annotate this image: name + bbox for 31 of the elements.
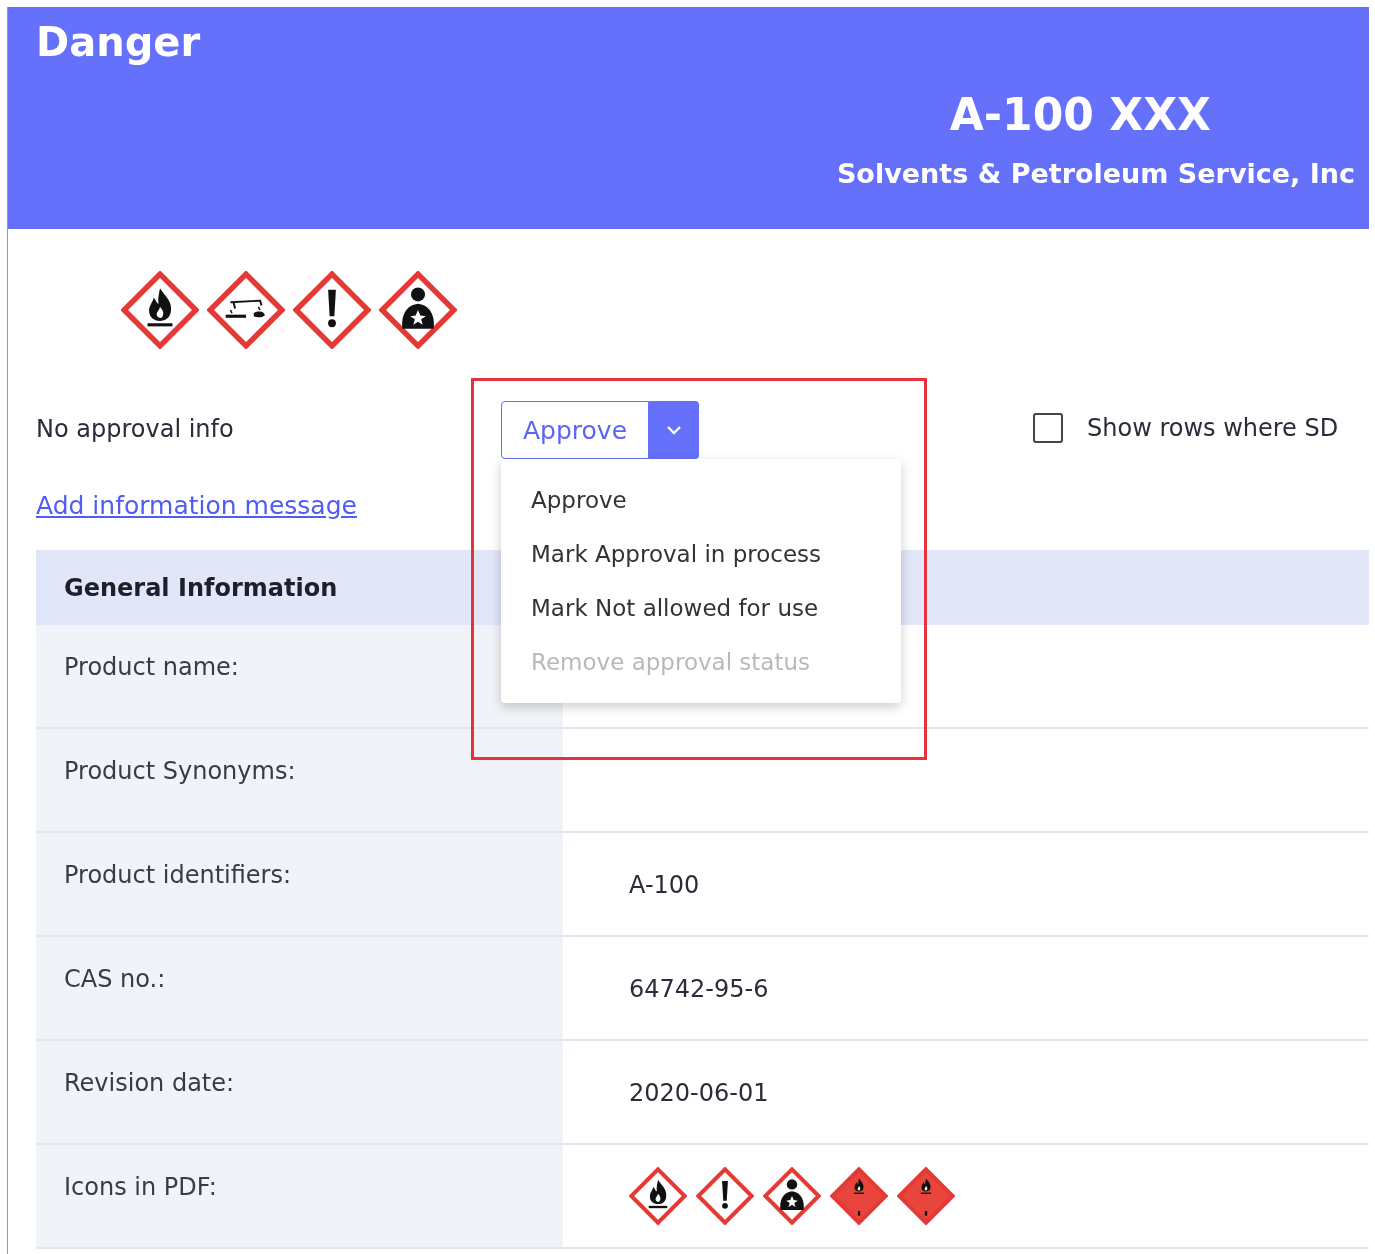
menu-item[interactable]: Mark Approval in process — [501, 527, 901, 581]
field-label: Icons in PDF: — [36, 1145, 563, 1247]
field-label: Revision date: — [36, 1041, 563, 1143]
menu-item[interactable]: Mark Not allowed for use — [501, 581, 901, 635]
flame-placard-icon — [897, 1167, 955, 1225]
flame-hazard-icon — [629, 1167, 687, 1225]
field-label: Product Synonyms: — [36, 729, 563, 831]
add-message-link[interactable]: Add information message — [36, 491, 357, 520]
approval-status: No approval info — [36, 414, 235, 443]
exclamation-hazard-icon — [293, 271, 371, 349]
menu-item[interactable]: Approve — [501, 473, 901, 527]
supplier-name: Solvents & Petroleum Service, Inc — [836, 158, 1355, 189]
field-value: 2020-06-01 — [629, 1079, 769, 1107]
field-value: 64742-95-6 — [629, 975, 769, 1003]
health-hazard-icon — [763, 1167, 821, 1225]
approve-button[interactable]: Approve — [501, 401, 649, 459]
flame-placard-icon — [830, 1167, 888, 1225]
health-hazard-icon — [379, 271, 457, 349]
signal-word: Danger — [36, 19, 201, 65]
product-code: A-100 XXX — [949, 89, 1211, 140]
corrosion-hazard-icon — [207, 271, 285, 349]
exclamation-hazard-icon — [696, 1167, 754, 1225]
field-label: CAS no.: — [36, 937, 563, 1039]
checkbox[interactable] — [1033, 413, 1063, 443]
field-label: Product identifiers: — [36, 833, 563, 935]
dropdown-toggle-button[interactable] — [649, 401, 699, 459]
field-value: A-100 — [629, 871, 700, 899]
checkbox-label: Show rows where SD — [1087, 414, 1339, 442]
section-title: General Information — [64, 573, 338, 602]
caret-icon — [665, 424, 683, 436]
flame-hazard-icon — [121, 271, 199, 349]
